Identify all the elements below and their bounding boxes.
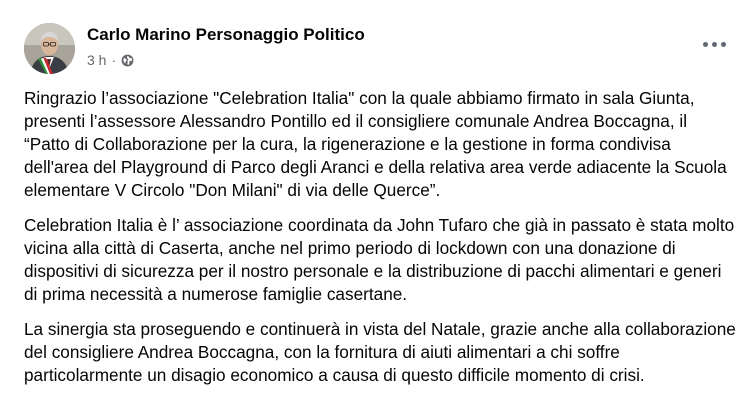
post-timestamp[interactable]: 3 h bbox=[87, 52, 106, 68]
more-options-icon-dot bbox=[720, 41, 726, 47]
post-paragraph-2: Celebration Italia è l’ associazione coo… bbox=[24, 215, 735, 304]
post-card: Carlo Marino Personaggio Politico 3 h · … bbox=[0, 0, 747, 417]
globe-icon[interactable] bbox=[121, 54, 134, 67]
author-name[interactable]: Carlo Marino Personaggio Politico bbox=[87, 25, 365, 45]
more-options-icon-dot bbox=[702, 41, 708, 47]
avatar[interactable] bbox=[24, 23, 75, 74]
meta-separator: · bbox=[111, 52, 117, 68]
more-options-button[interactable] bbox=[697, 30, 731, 58]
avatar-photo bbox=[24, 23, 75, 74]
post-meta: 3 h · bbox=[87, 51, 134, 69]
post-paragraph-3: La sinergia sta proseguendo e continuerà… bbox=[24, 319, 736, 385]
post-body: Ringrazio l’associazione "Celebration It… bbox=[24, 87, 736, 399]
post-paragraph-1: Ringrazio l’associazione "Celebration It… bbox=[24, 88, 727, 200]
more-options-icon-dot bbox=[711, 41, 717, 47]
